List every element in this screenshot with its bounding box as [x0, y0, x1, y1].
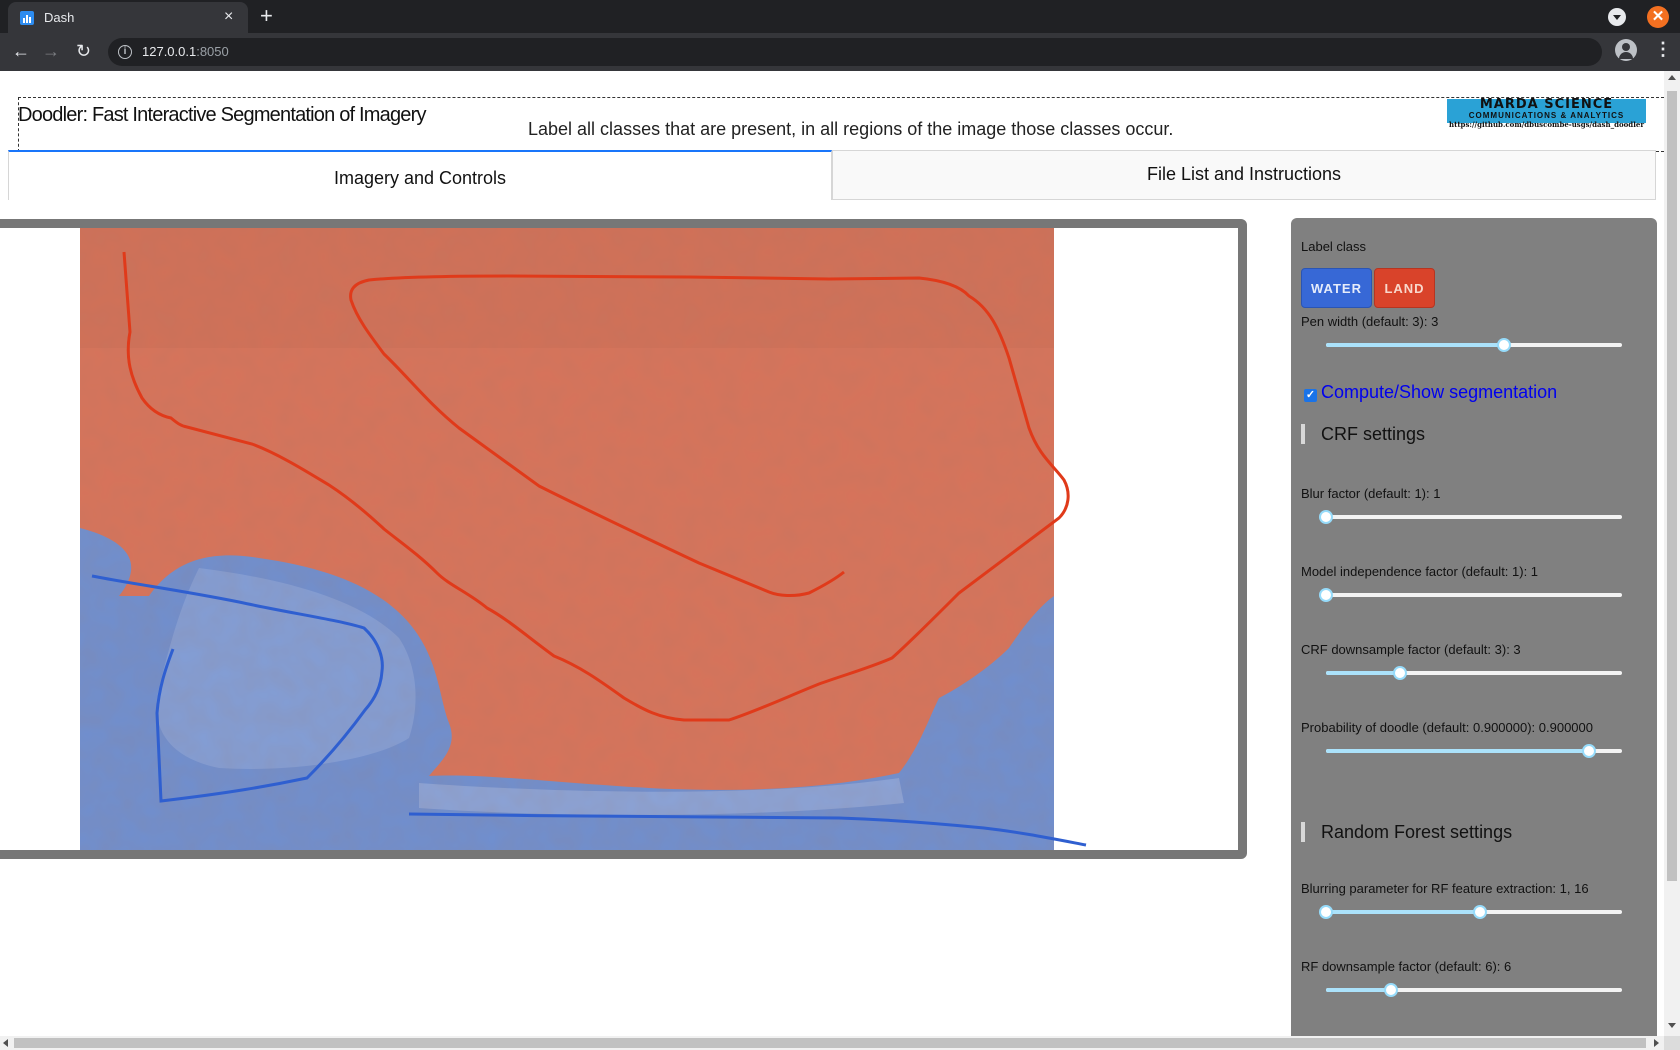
pen-width-handle[interactable] — [1496, 338, 1511, 352]
image-grain — [80, 228, 1054, 850]
random-forest-settings-heading: Random Forest settings — [1301, 822, 1512, 842]
blur-factor-label: Blur factor (default: 1): 1 — [1301, 486, 1441, 501]
rf-downsample-slider[interactable] — [1326, 983, 1622, 997]
reload-icon[interactable]: ↻ — [76, 41, 91, 61]
water-class-button[interactable]: WATER — [1301, 268, 1372, 308]
model-independence-handle[interactable] — [1319, 588, 1333, 602]
page-tabs: Imagery and Controls File List and Instr… — [8, 150, 1656, 200]
land-class-button[interactable]: LAND — [1374, 268, 1435, 308]
crf-downsample-handle[interactable] — [1393, 666, 1407, 680]
browser-tab-strip: Dash × + ✕ — [0, 0, 1680, 33]
site-info-icon[interactable]: i — [118, 45, 132, 59]
back-icon[interactable]: ← — [12, 41, 30, 61]
probability-doodle-handle[interactable] — [1582, 744, 1597, 758]
vertical-scroll-thumb[interactable] — [1667, 91, 1677, 881]
logo-url: https://github.com/dbuscombe-usgs/dash_d… — [1449, 120, 1645, 129]
rf-downsample-label: RF downsample factor (default: 6): 6 — [1301, 959, 1512, 974]
tab-close-icon[interactable]: × — [224, 8, 233, 26]
pen-width-fill — [1326, 343, 1504, 347]
dash-favicon-icon — [20, 11, 34, 25]
crf-downsample-label: CRF downsample factor (default: 3): 3 — [1301, 642, 1521, 657]
browser-tab-title: Dash — [44, 10, 75, 25]
probability-doodle-fill — [1326, 749, 1590, 753]
blur-factor-slider[interactable] — [1319, 510, 1622, 524]
url-host: 127.0.0.1 — [142, 44, 197, 59]
logo-line2: COMMUNICATIONS & ANALYTICS — [1468, 111, 1625, 120]
scroll-right-icon[interactable] — [1654, 1039, 1659, 1047]
pen-width-slider[interactable] — [1326, 338, 1622, 352]
crf-settings-heading: CRF settings — [1301, 424, 1425, 444]
vertical-scrollbar[interactable] — [1664, 71, 1680, 1036]
segmentation-image[interactable] — [0, 228, 1238, 850]
scrollbar-corner — [1664, 1036, 1680, 1050]
browser-menu-icon[interactable]: ⋮ — [1654, 40, 1672, 58]
rf-blurring-low-handle[interactable] — [1319, 905, 1333, 919]
tab-imagery-controls[interactable]: Imagery and Controls — [8, 150, 832, 200]
scroll-up-icon[interactable] — [1668, 75, 1676, 80]
browser-toolbar: ← → ↻ i 127.0.0.1:8050 ★ ⋮ — [0, 33, 1680, 71]
pen-width-label: Pen width (default: 3): 3 — [1301, 314, 1439, 329]
page-content: Doodler: Fast Interactive Segmentation o… — [0, 71, 1664, 1036]
url-port: :8050 — [196, 44, 229, 59]
model-independence-label: Model independence factor (default: 1): … — [1301, 564, 1539, 579]
model-independence-slider[interactable] — [1319, 588, 1622, 602]
rf-downsample-fill — [1326, 988, 1392, 992]
profile-icon[interactable] — [1615, 39, 1637, 61]
rf-blurring-range-slider[interactable] — [1319, 905, 1622, 919]
instructions-text: Label all classes that are present, in a… — [528, 119, 1174, 139]
probability-doodle-label: Probability of doodle (default: 0.900000… — [1301, 720, 1593, 735]
scroll-left-icon[interactable] — [3, 1039, 8, 1047]
rf-blurring-label: Blurring parameter for RF feature extrac… — [1301, 881, 1589, 896]
tab-file-list-instructions[interactable]: File List and Instructions — [832, 150, 1656, 200]
tab-search-icon[interactable] — [1608, 8, 1626, 26]
logo-line1: MARDA SCIENCE — [1479, 97, 1614, 112]
rf-downsample-handle[interactable] — [1384, 983, 1399, 997]
rf-blurring-high-handle[interactable] — [1472, 905, 1487, 919]
scroll-down-icon[interactable] — [1668, 1023, 1676, 1028]
app-title: Doodler: Fast Interactive Segmentation o… — [18, 104, 426, 126]
browser-tab[interactable]: Dash × — [8, 2, 248, 33]
horizontal-scrollbar[interactable] — [0, 1036, 1664, 1050]
compute-segmentation-checkbox[interactable]: ✓ — [1304, 389, 1317, 402]
forward-icon[interactable]: → — [42, 41, 60, 61]
compute-segmentation-label[interactable]: Compute/Show segmentation — [1321, 382, 1557, 403]
url-text[interactable]: 127.0.0.1:8050 — [142, 44, 229, 59]
rf-blurring-fill — [1326, 910, 1480, 914]
window-close-icon[interactable]: ✕ — [1647, 6, 1669, 28]
new-tab-icon[interactable]: + — [260, 4, 273, 28]
annotation-canvas[interactable] — [0, 219, 1247, 859]
crf-downsample-slider[interactable] — [1326, 666, 1622, 680]
blur-factor-handle[interactable] — [1319, 510, 1333, 524]
address-bar[interactable]: i 127.0.0.1:8050 ★ — [108, 38, 1602, 66]
controls-sidebar: Label class WATER LAND Pen width (defaul… — [1291, 218, 1657, 1036]
probability-doodle-slider[interactable] — [1326, 744, 1622, 758]
horizontal-scroll-thumb[interactable] — [14, 1038, 1646, 1048]
label-class-heading: Label class — [1301, 239, 1367, 254]
crf-downsample-fill — [1326, 671, 1400, 675]
